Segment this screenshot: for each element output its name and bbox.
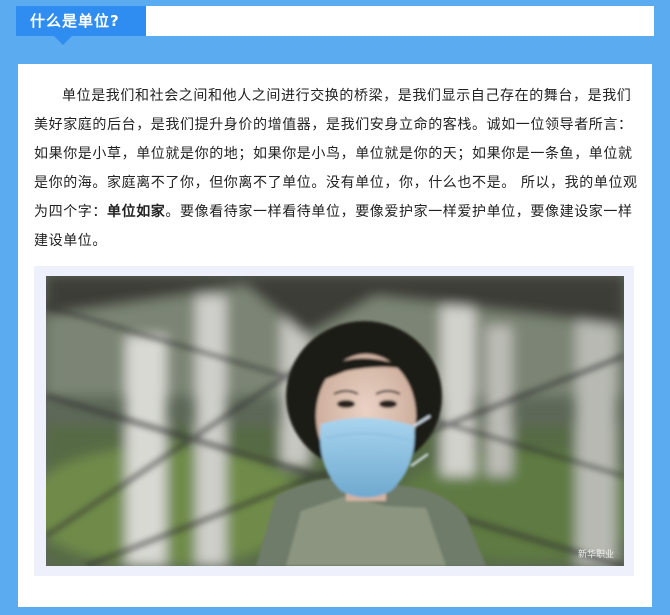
paragraph-text: 单位是我们和社会之间和他人之间进行交换的桥梁，是我们显示自己存在的舞台，是我们美… — [34, 88, 638, 220]
photo-frame: 新华职业 — [34, 266, 634, 576]
photo-illustration — [46, 276, 624, 566]
article-photo: 新华职业 — [46, 276, 624, 566]
section-title: 什么是单位? — [30, 12, 120, 30]
page-frame: 什么是单位? 单位是我们和社会之间和他人之间进行交换的桥梁，是我们显示自己存在的… — [0, 0, 670, 615]
paragraph-emphasis: 单位如家 — [107, 204, 166, 220]
header-pointer — [54, 36, 72, 45]
article-paragraph: 单位是我们和社会之间和他人之间进行交换的桥梁，是我们显示自己存在的舞台，是我们美… — [34, 82, 638, 256]
article-card: 单位是我们和社会之间和他人之间进行交换的桥梁，是我们显示自己存在的舞台，是我们美… — [18, 64, 652, 607]
photo-watermark: 新华职业 — [577, 550, 614, 560]
section-header-tab: 什么是单位? — [16, 6, 146, 36]
